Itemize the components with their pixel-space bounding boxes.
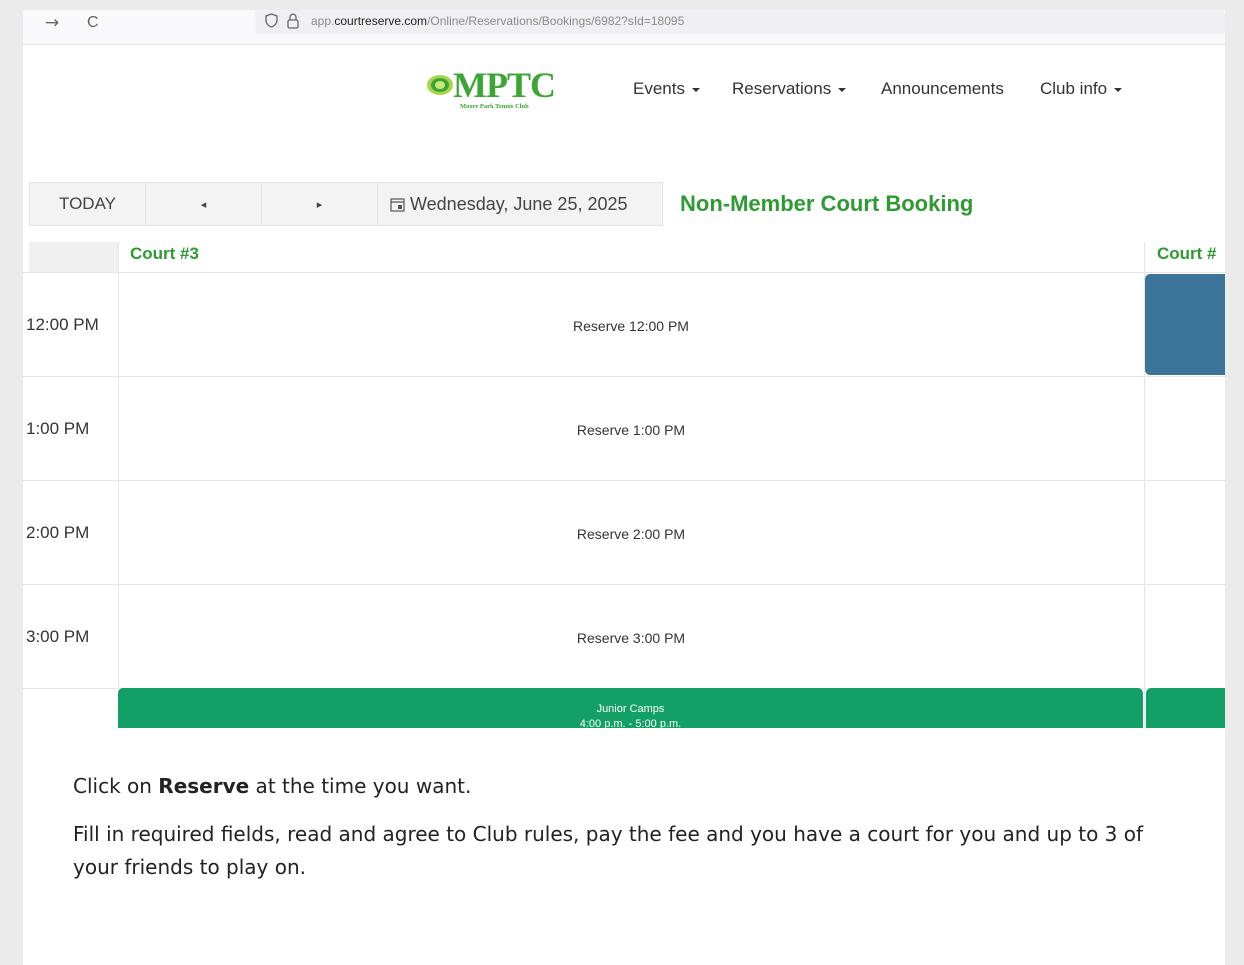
column-divider [118, 242, 119, 728]
time-label: 2:00 PM [26, 523, 90, 542]
url-prefix: app. [311, 14, 335, 28]
time-column-header [29, 242, 118, 272]
instruction-text: Click on [73, 774, 159, 798]
court-3-header: Court #3 [130, 244, 199, 263]
nav-announcements[interactable]: Announcements [881, 79, 1004, 99]
selected-date: Wednesday, June 25, 2025 [410, 193, 628, 214]
url-text: app.courtreserve.com/Online/Reservations… [311, 14, 684, 28]
event-title: Junior Camps [596, 703, 665, 715]
time-slot-row: 2:00 PM Reserve 2:00 PM [23, 481, 1225, 585]
shield-icon [265, 13, 278, 28]
url-domain: courtreserve.com [334, 14, 428, 28]
url-field[interactable]: app.courtreserve.com/Online/Reservations… [255, 10, 1225, 34]
page-title: Non-Member Court Booking [680, 191, 974, 216]
reserve-link[interactable]: Reserve 12:00 PM [118, 318, 1144, 334]
nav-events[interactable]: Events [633, 79, 700, 99]
time-label: 3:00 PM [26, 627, 90, 646]
calendar-icon [390, 197, 405, 212]
court-next-header: Court # [1157, 244, 1217, 263]
date-picker[interactable]: Wednesday, June 25, 2025 [377, 182, 663, 226]
instruction-bold: Reserve [158, 774, 250, 798]
event-block-next-court[interactable] [1146, 688, 1225, 728]
reserve-link[interactable]: Reserve 1:00 PM [118, 422, 1144, 438]
caret-down-icon [838, 87, 847, 92]
mptc-logo[interactable]: MPTC Moore Park Tennis Club [425, 65, 585, 122]
today-button[interactable]: TODAY [29, 182, 146, 226]
time-slot-row: 12:00 PM Reserve 12:00 PM [23, 273, 1225, 377]
instruction-step-2: Fill in required fields, read and agree … [73, 822, 1144, 879]
instructions: Click on Reserve at the time you want. F… [73, 770, 1193, 899]
browser-address-bar: → C app.courtreserve.com/Online/Reservat… [23, 10, 1225, 45]
nav-events-label: Events [633, 79, 685, 98]
time-slot-row: 3:00 PM Reserve 3:00 PM [23, 585, 1225, 689]
court-header-row: Court #3 Court # [23, 242, 1225, 273]
page: → C app.courtreserve.com/Online/Reservat… [23, 10, 1225, 965]
time-slot-row: 1:00 PM Reserve 1:00 PM [23, 377, 1225, 481]
court-scheduler: Court #3 Court # 12:00 PM Reserve 12:00 … [23, 242, 1225, 728]
reserve-link[interactable]: Reserve 2:00 PM [118, 526, 1144, 542]
nav-club-info-label: Club info [1040, 79, 1108, 98]
lock-icon [287, 13, 299, 29]
url-path: /Online/Reservations/Bookings/6982?sId=1… [427, 14, 685, 28]
tennis-ball-icon [427, 75, 453, 95]
reload-icon[interactable]: C [87, 14, 99, 32]
reserve-link[interactable]: Reserve 3:00 PM [118, 630, 1144, 646]
nav-club-info[interactable]: Club info [1040, 79, 1123, 99]
instruction-text: at the time you want. [249, 774, 472, 798]
time-label: 1:00 PM [26, 419, 90, 438]
caret-down-icon [1114, 87, 1123, 92]
junior-camps-event[interactable]: Junior Camps 4:00 p.m. - 5:00 p.m. [118, 688, 1143, 728]
logo-text: MPTC [453, 65, 556, 105]
nav-reservations[interactable]: Reservations [732, 79, 847, 99]
logo-subtitle: Moore Park Tennis Club [460, 103, 529, 110]
caret-down-icon [691, 87, 700, 92]
booked-reservation-block[interactable] [1145, 274, 1225, 375]
event-time: 4:00 p.m. - 5:00 p.m. [579, 718, 682, 728]
nav-reservations-label: Reservations [732, 79, 832, 98]
instruction-step-1: Click on Reserve at the time you want. [73, 770, 1193, 803]
prev-day-button[interactable]: ◂ [145, 182, 262, 226]
next-day-button[interactable]: ▸ [261, 182, 378, 226]
forward-arrow-icon[interactable]: → [45, 13, 59, 33]
time-label: 12:00 PM [26, 315, 99, 334]
